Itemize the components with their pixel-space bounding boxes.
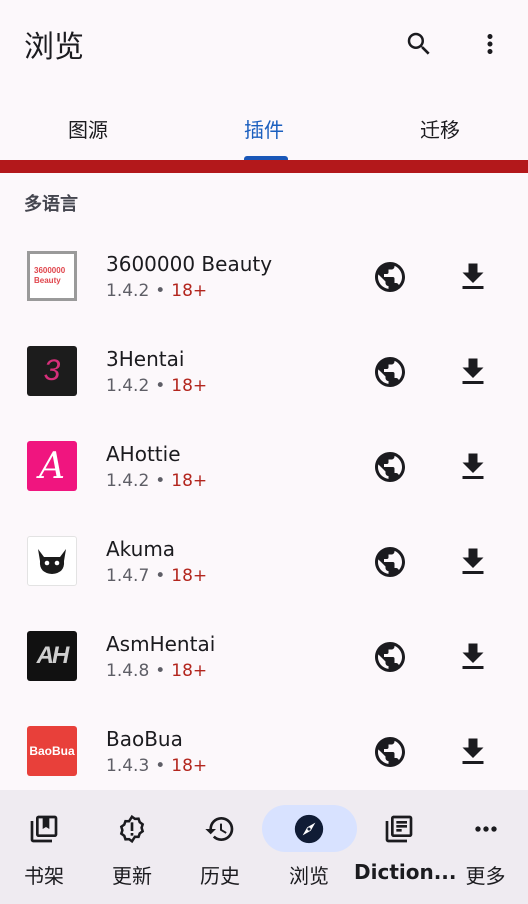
extension-meta: 1.4.2 • 18+ [106, 376, 208, 396]
extension-meta: 1.4.3 • 18+ [106, 756, 208, 776]
nav-history-label: 历史 [200, 864, 240, 888]
extension-version: 1.4.7 [106, 566, 150, 586]
download-icon[interactable] [455, 259, 491, 295]
extension-logo-text: 3 [43, 354, 61, 387]
nav-more-label: 更多 [465, 864, 506, 888]
extension-meta: 1.4.2 • 18+ [106, 281, 208, 301]
nsfw-badge: 18+ [171, 376, 208, 396]
nav-dictionary[interactable]: Diction... [354, 790, 457, 904]
download-icon[interactable] [455, 354, 491, 390]
extension-row[interactable]: 3 3Hentai 1.4.2 • 18+ [0, 323, 528, 418]
extension-version: 1.4.3 [106, 756, 150, 776]
extension-meta: 1.4.2 • 18+ [106, 471, 208, 491]
explore-compass-icon [292, 812, 326, 846]
overflow-menu-button[interactable] [468, 22, 512, 66]
nsfw-badge: 18+ [171, 566, 208, 586]
tab-extensions[interactable]: 插件 [176, 96, 352, 160]
nav-library-label: 书架 [24, 864, 64, 888]
status-banner-bar [0, 160, 528, 173]
extension-name: Akuma [106, 537, 176, 561]
extension-logo: 3600000 Beauty [27, 251, 77, 301]
extension-version: 1.4.2 [106, 376, 150, 396]
extension-name: AsmHentai [106, 632, 216, 656]
extension-logo: AH [27, 631, 77, 681]
dictionary-icon [382, 812, 416, 846]
language-globe-icon [375, 642, 405, 672]
section-header-multilanguage: 多语言 [24, 194, 78, 215]
language-globe-icon [375, 357, 405, 387]
more-vert-icon [487, 34, 493, 54]
nav-library[interactable]: 书架 [0, 790, 88, 904]
nsfw-badge: 18+ [171, 756, 208, 776]
language-globe-icon [375, 262, 405, 292]
app-root: 浏览 图源 插件 迁移 多语言 3600000 Beauty 3600000 B… [0, 0, 528, 904]
extension-row[interactable]: BaoBua BaoBua 1.4.3 • 18+ [0, 703, 528, 798]
nsfw-badge: 18+ [171, 661, 208, 681]
extension-logo [27, 536, 77, 586]
tab-sources[interactable]: 图源 [0, 96, 176, 160]
top-app-bar: 浏览 [0, 0, 528, 86]
nav-updates[interactable]: 更新 [88, 790, 176, 904]
extension-logo-text: A [39, 445, 65, 487]
nav-updates-label: 更新 [112, 864, 152, 888]
akuma-demon-logo [38, 549, 66, 574]
extension-logo: A [27, 441, 77, 491]
nsfw-badge: 18+ [171, 281, 208, 301]
extension-name: AHottie [106, 442, 181, 466]
language-globe-icon [375, 452, 405, 482]
extension-meta: 1.4.7 • 18+ [106, 566, 208, 586]
nsfw-badge: 18+ [171, 471, 208, 491]
download-icon[interactable] [455, 734, 491, 770]
updates-alert-icon [115, 812, 149, 846]
extension-logo-text: AH [36, 642, 70, 669]
download-icon[interactable] [455, 544, 491, 580]
tab-migrate[interactable]: 迁移 [352, 96, 528, 160]
language-globe-icon [375, 737, 405, 767]
nav-browse-label: 浏览 [289, 864, 329, 888]
extension-logo: 3 [27, 346, 77, 396]
download-icon[interactable] [455, 639, 491, 675]
extension-name: 3600000 Beauty [106, 252, 273, 276]
extension-name: 3Hentai [106, 347, 185, 371]
bottom-navigation: 书架 更新 历史 浏览 Diction... 更多 [0, 790, 528, 904]
extension-row[interactable]: Akuma 1.4.7 • 18+ [0, 513, 528, 608]
extension-logo-text: 3600000 Beauty [34, 266, 66, 285]
nav-more[interactable]: 更多 [443, 790, 528, 904]
more-horiz-icon [469, 812, 503, 846]
download-icon[interactable] [455, 449, 491, 485]
tab-row: 图源 插件 迁移 [0, 96, 528, 160]
search-button[interactable] [397, 22, 441, 66]
nav-browse[interactable]: 浏览 [265, 790, 353, 904]
nav-dictionary-label: Diction... [354, 860, 457, 884]
search-icon [407, 32, 430, 55]
extension-row[interactable]: 3600000 Beauty 3600000 Beauty 1.4.2 • 18+ [0, 228, 528, 323]
extension-meta: 1.4.8 • 18+ [106, 661, 208, 681]
page-title: 浏览 [24, 30, 84, 65]
history-icon [203, 812, 237, 846]
language-globe-icon [375, 547, 405, 577]
extension-row[interactable]: A AHottie 1.4.2 • 18+ [0, 418, 528, 513]
extension-logo: BaoBua [27, 726, 77, 776]
extension-version: 1.4.8 [106, 661, 150, 681]
extension-version: 1.4.2 [106, 281, 150, 301]
library-bookmark-icon [27, 812, 61, 846]
extension-logo-text: BaoBua [29, 744, 75, 758]
extension-version: 1.4.2 [106, 471, 150, 491]
nav-history[interactable]: 历史 [176, 790, 264, 904]
extension-name: BaoBua [106, 727, 183, 751]
extension-row[interactable]: AH AsmHentai 1.4.8 • 18+ [0, 608, 528, 703]
